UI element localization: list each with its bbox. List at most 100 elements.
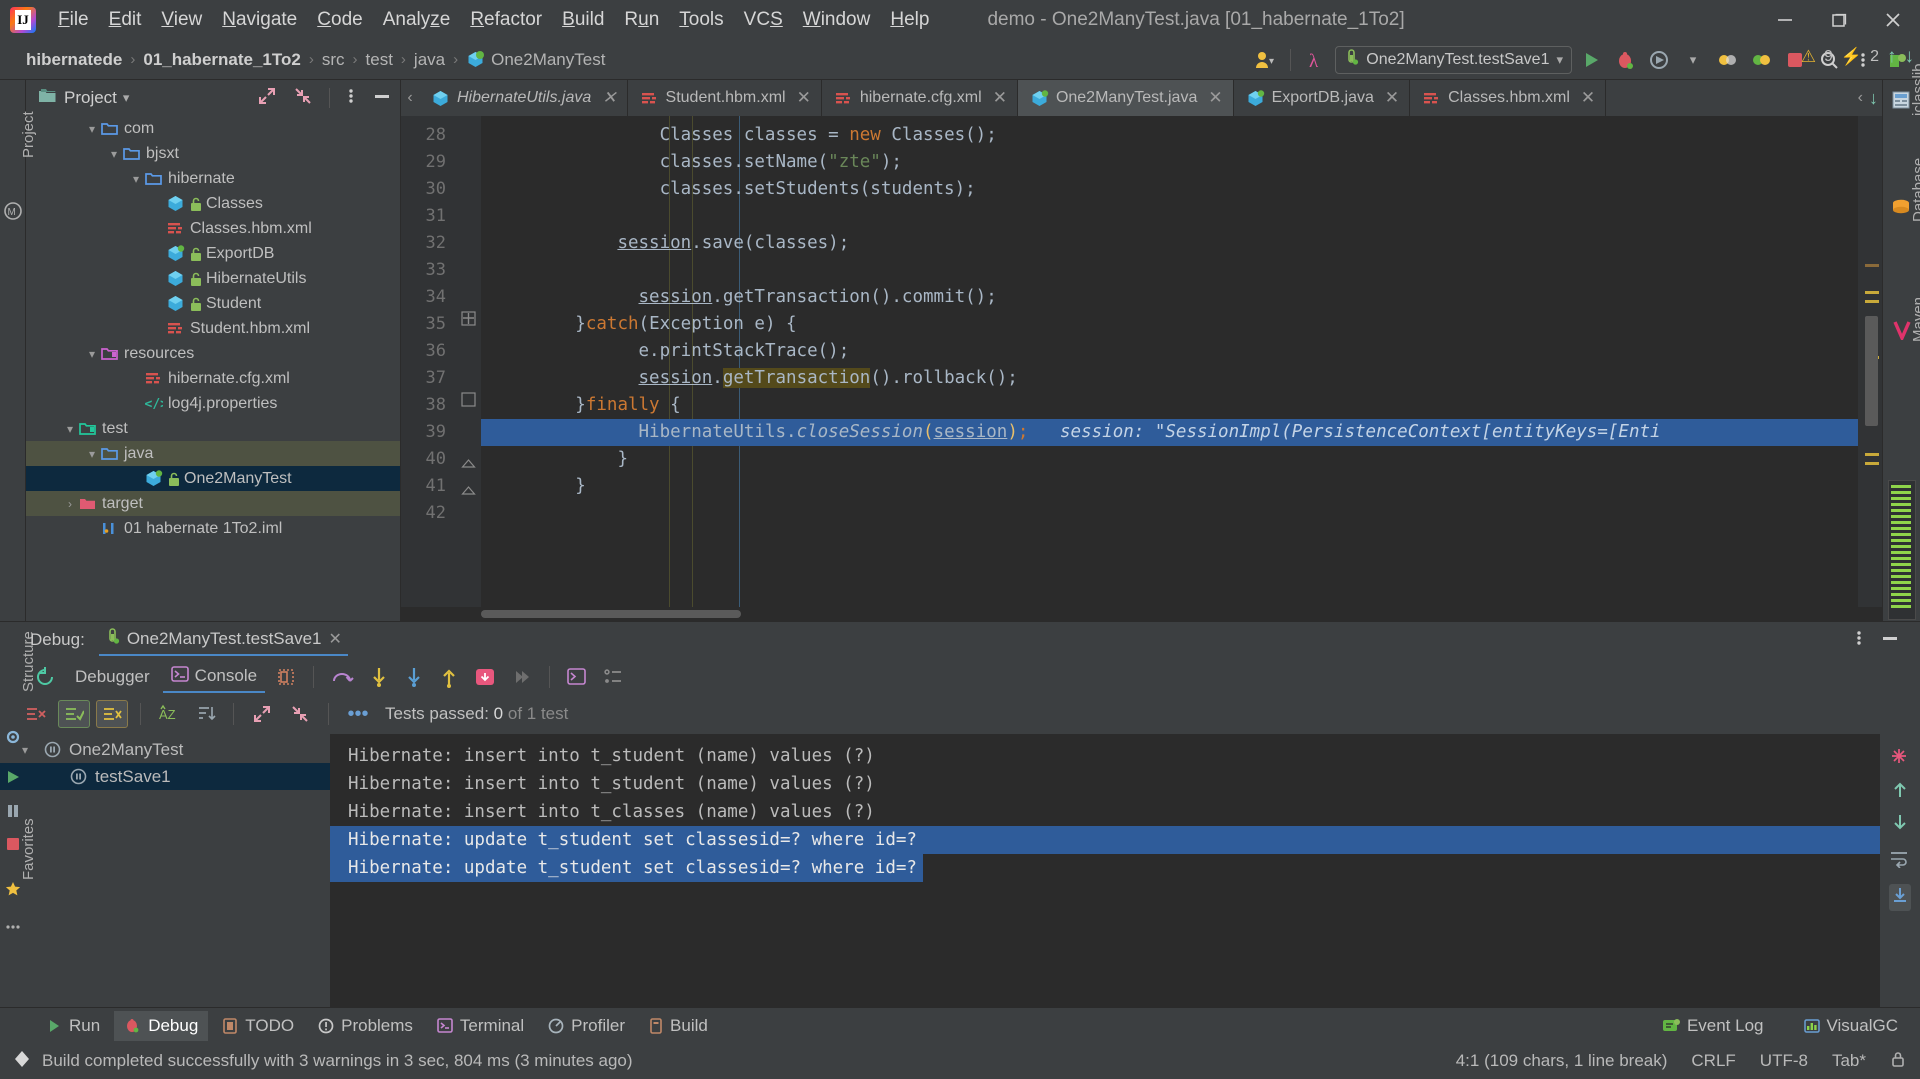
- code-line-37[interactable]: session.getTransaction().rollback();: [481, 365, 1858, 392]
- menu-view[interactable]: View: [151, 6, 212, 34]
- chevron-right-icon[interactable]: ›: [62, 497, 78, 511]
- inspection-widget[interactable]: ⚠ 9 ⚡ 2 ↑ ↓: [1801, 46, 1914, 68]
- console-line[interactable]: Hibernate: insert into t_classes (name) …: [330, 798, 1880, 826]
- clear-all-icon[interactable]: [18, 704, 52, 724]
- test-node-testsave1[interactable]: testSave1: [0, 763, 330, 790]
- step-into-icon[interactable]: [364, 666, 394, 688]
- chevron-down-icon[interactable]: ▾: [84, 347, 100, 361]
- show-ignored-tests-toggle[interactable]: [96, 700, 128, 728]
- jclasslib-icon[interactable]: [1891, 90, 1911, 115]
- breadcrumb-0[interactable]: hibernatede: [26, 50, 122, 70]
- tool-window-bar[interactable]: Run Debug TODO Problems Terminal Profiler Buil…: [0, 1007, 1920, 1043]
- breadcrumb-5[interactable]: One2ManyTest: [491, 50, 605, 70]
- fold-gutter[interactable]: [453, 116, 481, 607]
- code-content[interactable]: Classes classes = new Classes(); classes…: [481, 116, 1858, 607]
- maximize-button[interactable]: [1812, 0, 1866, 40]
- code-line-28[interactable]: Classes classes = new Classes();: [481, 122, 1858, 149]
- rail-maven-label[interactable]: Maven: [1910, 297, 1920, 342]
- tree-node-target[interactable]: › target: [26, 491, 400, 516]
- menu-tools[interactable]: Tools: [669, 6, 733, 34]
- minimize-button[interactable]: [1758, 0, 1812, 40]
- tree-node-bjsxt[interactable]: ▾ bjsxt: [26, 141, 400, 166]
- code-line-29[interactable]: classes.setName("zte");: [481, 149, 1858, 176]
- star-icon[interactable]: [4, 880, 22, 898]
- pause-rail-icon[interactable]: [4, 802, 22, 820]
- rail-favorites-label[interactable]: Favorites: [20, 818, 37, 880]
- tree-node-hibernate-cfg-xml[interactable]: hibernate.cfg.xml: [26, 366, 400, 391]
- chevron-down-icon[interactable]: ▾: [84, 447, 100, 461]
- lock-icon[interactable]: [1890, 1050, 1906, 1073]
- tool-window-button-problems[interactable]: Problems: [308, 1011, 423, 1041]
- tree-node-classes-hbm-xml[interactable]: Classes.hbm.xml: [26, 216, 400, 241]
- hide-panel-icon[interactable]: [372, 86, 392, 111]
- editor-tab-classes-hbm-xml[interactable]: Classes.hbm.xml ✕: [1410, 80, 1607, 116]
- code-line-41[interactable]: }: [481, 473, 1858, 500]
- tree-node-student-hbm-xml[interactable]: Student.hbm.xml: [26, 316, 400, 341]
- code-line-36[interactable]: e.printStackTrace();: [481, 338, 1858, 365]
- run-rail-icon[interactable]: [4, 768, 22, 786]
- gear-icon[interactable]: [4, 728, 22, 746]
- more-rail-icon[interactable]: [4, 918, 22, 936]
- share-users-icon[interactable]: ▾: [1250, 45, 1280, 75]
- maven-rail-icon[interactable]: M: [4, 202, 22, 220]
- tree-node-test[interactable]: ▾ test: [26, 416, 400, 441]
- code-line-32[interactable]: session.save(classes);: [481, 230, 1858, 257]
- code-line-30[interactable]: classes.setStudents(students);: [481, 176, 1858, 203]
- previous-highlight-icon[interactable]: ↑: [1887, 46, 1897, 68]
- line-separator[interactable]: CRLF: [1691, 1051, 1735, 1071]
- tree-node-classes[interactable]: Classes: [26, 191, 400, 216]
- console-line[interactable]: Hibernate: update t_student set classesi…: [330, 826, 1880, 854]
- tool-window-button-debug[interactable]: Debug: [114, 1010, 209, 1041]
- scroll-down-icon[interactable]: [1891, 812, 1909, 837]
- debug-button[interactable]: [1610, 45, 1640, 75]
- tool-window-button-run[interactable]: Run: [36, 1011, 110, 1041]
- test-results-tree[interactable]: ▾ One2ManyTest testSave1: [0, 732, 330, 1007]
- close-icon[interactable]: ✕: [1385, 88, 1399, 108]
- chevron-down-icon[interactable]: ▾: [62, 422, 78, 436]
- breadcrumb-2[interactable]: src: [322, 50, 345, 70]
- hide-panel-icon[interactable]: [1880, 628, 1900, 653]
- settings-list-icon[interactable]: [598, 668, 628, 686]
- maven-icon[interactable]: [1893, 320, 1911, 345]
- profiler-attach-icon[interactable]: [1712, 45, 1742, 75]
- tabs-list-icon[interactable]: ↓: [1869, 88, 1878, 109]
- caret-position[interactable]: 4:1 (109 chars, 1 line break): [1456, 1051, 1668, 1071]
- close-icon[interactable]: ✕: [602, 88, 616, 108]
- debug-session-tab[interactable]: One2ManyTest.testSave1 ✕: [98, 624, 348, 656]
- show-passed-tests-toggle[interactable]: [58, 700, 90, 728]
- tool-window-button-visualgc[interactable]: VisualGC: [1794, 1011, 1909, 1041]
- breadcrumb-4[interactable]: java: [414, 50, 445, 70]
- tree-node-student[interactable]: Student: [26, 291, 400, 316]
- tabs-scroll-left-icon[interactable]: ‹: [401, 80, 419, 116]
- tool-window-button-event-log[interactable]: Event Log: [1652, 1011, 1774, 1041]
- menu-window[interactable]: Window: [793, 6, 881, 34]
- code-editor[interactable]: 28 29 30 31 32 33 34 35 36 37 38 39 40 41 42: [401, 116, 1882, 607]
- run-with-coverage-button[interactable]: [1644, 45, 1674, 75]
- vertical-dots-icon[interactable]: [348, 86, 354, 111]
- tool-window-button-todo[interactable]: TODO: [212, 1011, 304, 1041]
- menu-build[interactable]: Build: [552, 6, 614, 34]
- vertical-dots-icon[interactable]: [1856, 628, 1862, 653]
- chevron-down-icon[interactable]: ▾: [1556, 52, 1563, 68]
- console-output[interactable]: Hibernate: insert into t_student (name) …: [330, 734, 1880, 1007]
- menu-help[interactable]: Help: [880, 6, 939, 34]
- collapse-all-icon[interactable]: [284, 704, 316, 724]
- step-over-icon[interactable]: [325, 666, 359, 688]
- code-line-33[interactable]: [481, 257, 1858, 284]
- sort-alphabetically-icon[interactable]: AZ: [153, 704, 185, 724]
- indent-setting[interactable]: Tab*: [1832, 1051, 1866, 1071]
- chevron-down-icon[interactable]: ▾: [106, 147, 122, 161]
- chevron-down-icon[interactable]: ▾: [84, 122, 100, 136]
- rail-database-label[interactable]: Database: [1910, 158, 1920, 222]
- close-icon[interactable]: ✕: [329, 629, 342, 649]
- console-line[interactable]: Hibernate: insert into t_student (name) …: [330, 742, 1880, 770]
- tree-node-one2manytest[interactable]: One2ManyTest: [26, 466, 400, 491]
- step-out-icon[interactable]: [434, 666, 464, 688]
- lambda-icon[interactable]: λ: [1301, 45, 1331, 75]
- tree-node-log4j-properties[interactable]: </> log4j.properties: [26, 391, 400, 416]
- resume-program-icon[interactable]: [506, 666, 538, 688]
- menu-analyze[interactable]: Analyze: [373, 6, 461, 34]
- menu-run[interactable]: Run: [614, 6, 669, 34]
- code-line-31[interactable]: [481, 203, 1858, 230]
- error-stripe-gutter[interactable]: [1858, 116, 1882, 607]
